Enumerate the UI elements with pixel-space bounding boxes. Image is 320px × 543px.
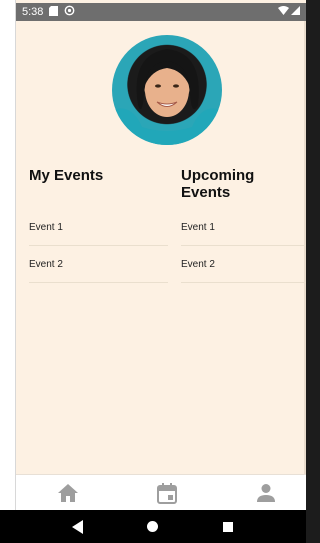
wifi-icon	[278, 6, 289, 18]
profile-avatar[interactable]	[112, 35, 222, 145]
upcoming-event-item-1[interactable]: Event 1	[181, 210, 306, 246]
left-edge	[0, 0, 16, 543]
my-event-item-1[interactable]: Event 1	[29, 210, 168, 246]
upcoming-event-item-2[interactable]: Event 2	[181, 247, 306, 283]
signal-icon	[291, 6, 300, 18]
bottom-navigation	[16, 474, 306, 510]
sd-card-icon	[49, 5, 59, 19]
status-bar: 5:38	[16, 3, 306, 21]
calendar-icon	[157, 482, 177, 504]
sync-icon	[64, 5, 75, 19]
system-recents-button[interactable]	[216, 515, 240, 539]
upcoming-events-title: Upcoming Events	[181, 167, 255, 201]
nav-calendar-button[interactable]	[155, 481, 179, 505]
home-circle-icon	[147, 521, 159, 532]
my-event-item-2[interactable]: Event 2	[29, 247, 168, 283]
system-navigation-bar	[0, 510, 306, 543]
back-icon	[71, 519, 83, 534]
person-icon	[257, 483, 275, 502]
system-home-button[interactable]	[141, 515, 165, 539]
app-screen: 5:38 My Events Upcoming Events Event 1 E…	[0, 0, 306, 543]
nav-home-button[interactable]	[56, 481, 80, 505]
home-icon	[58, 483, 78, 502]
nav-profile-button[interactable]	[254, 481, 278, 505]
my-events-title: My Events	[29, 167, 104, 184]
system-back-button[interactable]	[66, 515, 90, 539]
profile-photo	[112, 49, 222, 145]
recents-icon	[223, 521, 234, 532]
status-time: 5:38	[22, 6, 44, 18]
